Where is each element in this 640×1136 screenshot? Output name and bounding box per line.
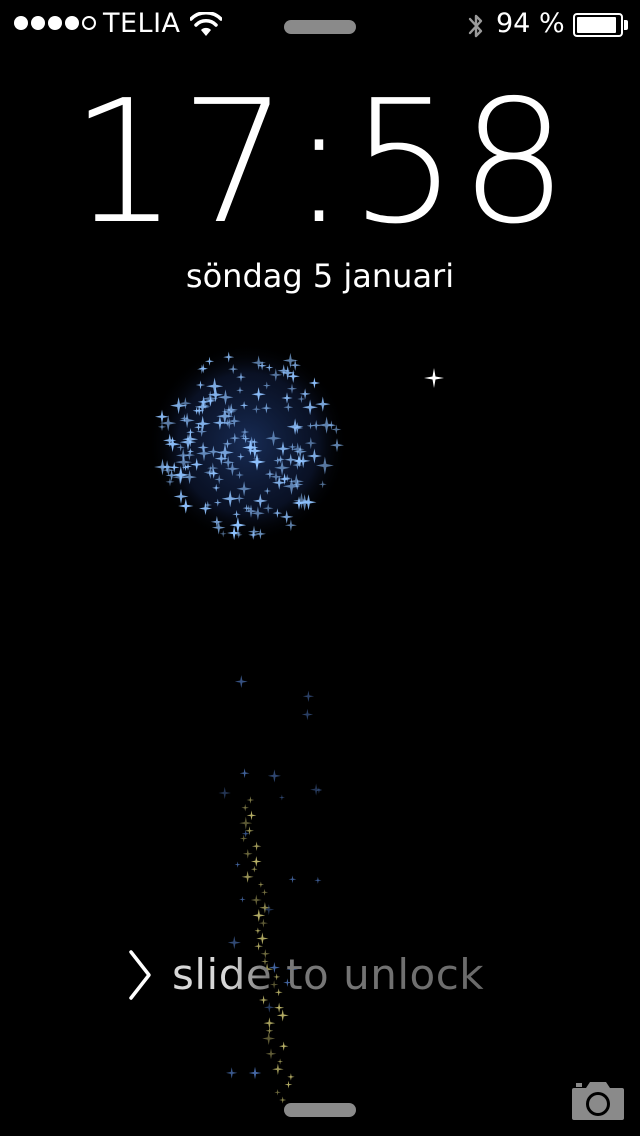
spark [265, 1026, 274, 1035]
spark [274, 1089, 281, 1096]
control-center-handle[interactable] [284, 1103, 356, 1117]
firework-trail [218, 675, 323, 1104]
wifi-icon [190, 12, 222, 36]
lone-star [424, 368, 444, 388]
notification-center-handle[interactable] [284, 20, 356, 34]
spark [246, 810, 257, 821]
bluetooth-icon [468, 14, 483, 38]
signal-dot [14, 16, 28, 30]
spark [239, 896, 246, 903]
spark [251, 865, 258, 873]
spark [241, 870, 254, 883]
signal-dot [82, 16, 96, 30]
battery-icon [573, 13, 623, 37]
spark [301, 708, 314, 721]
spark [254, 927, 262, 935]
status-bar: TELIA 94 % [0, 0, 640, 50]
spark [250, 894, 262, 906]
spark [279, 1096, 287, 1104]
spark [239, 834, 248, 843]
firework-burst [148, 343, 348, 543]
spark [262, 1031, 276, 1046]
spark [288, 875, 297, 884]
spark [258, 918, 268, 928]
spark [265, 1048, 277, 1060]
spark [246, 796, 255, 804]
spark [226, 1067, 238, 1079]
chevron-right-icon [129, 950, 151, 1000]
spark [284, 1080, 293, 1089]
spark [277, 1058, 284, 1065]
spark [302, 690, 315, 702]
lock-date: söndag 5 januari [185, 257, 455, 295]
spark [251, 841, 262, 851]
spark [250, 856, 262, 867]
carrier-name: TELIA [103, 8, 181, 39]
spark [276, 1009, 289, 1022]
spark [279, 1041, 289, 1051]
spark [261, 888, 269, 896]
battery-percentage: 94 % [496, 8, 565, 39]
spark [241, 803, 249, 812]
spark [248, 1066, 262, 1080]
spark [227, 936, 241, 950]
lock-time: 17:58 [70, 64, 570, 262]
battery-nub [624, 20, 628, 30]
spark [267, 769, 281, 783]
signal-strength-icon [14, 16, 96, 30]
signal-dot [31, 16, 45, 30]
spark [218, 786, 231, 800]
signal-dot [65, 16, 79, 30]
spark [256, 932, 269, 945]
spark [310, 783, 323, 796]
spark [234, 675, 248, 689]
spark [287, 1073, 295, 1081]
spark [242, 848, 253, 859]
spark [272, 1063, 284, 1075]
spark [278, 794, 285, 801]
spark [263, 1017, 276, 1029]
spark [234, 861, 241, 868]
fireworks-wallpaper [148, 343, 444, 1104]
camera-icon[interactable] [570, 1078, 626, 1122]
slide-to-unlock-text[interactable]: slide to unlock [172, 950, 484, 999]
signal-dot [48, 16, 62, 30]
spark [239, 768, 250, 779]
battery-fill [577, 17, 617, 33]
spark [314, 876, 322, 884]
spark [263, 1002, 275, 1013]
spark [257, 881, 265, 888]
spark [239, 816, 253, 830]
